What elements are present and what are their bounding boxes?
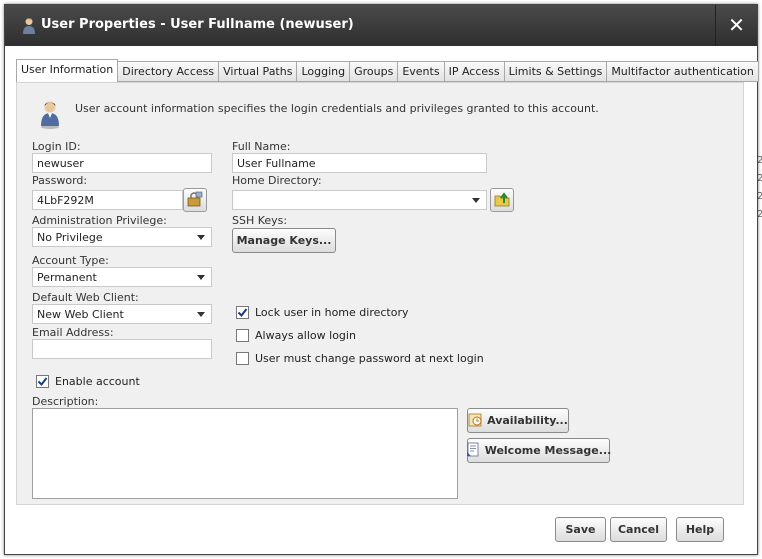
tab-events[interactable]: Events — [398, 61, 445, 82]
password-input[interactable]: 4LbF292M — [32, 190, 183, 210]
lock-home-checkbox[interactable] — [236, 306, 249, 319]
tab-directory-access[interactable]: Directory Access — [118, 61, 220, 82]
help-button[interactable]: Help — [676, 517, 724, 542]
password-generator-icon — [186, 191, 204, 210]
ssh-keys-label: SSH Keys: — [232, 214, 288, 227]
welcome-message-label: Welcome Message... — [484, 444, 612, 457]
full-name-input[interactable]: User Fullname — [232, 153, 487, 173]
login-id-input[interactable]: newuser — [32, 153, 212, 173]
enable-account-label: Enable account — [55, 375, 140, 388]
email-label: Email Address: — [32, 326, 114, 339]
folder-up-icon — [493, 190, 511, 211]
lock-home-label: Lock user in home directory — [255, 306, 409, 319]
email-input[interactable] — [32, 339, 212, 359]
home-directory-select[interactable] — [232, 190, 487, 210]
chevron-down-icon — [472, 198, 480, 203]
enable-account-row: Enable account — [36, 375, 140, 388]
close-button[interactable]: ✕ — [715, 5, 757, 46]
password-label: Password: — [32, 174, 88, 187]
tab-bar: User Information Directory Access Virtua… — [16, 59, 759, 83]
availability-label: Availability... — [487, 414, 568, 427]
always-allow-checkbox[interactable] — [236, 329, 249, 342]
tab-logging[interactable]: Logging — [297, 61, 351, 82]
admin-privilege-label: Administration Privilege: — [32, 214, 167, 227]
welcome-message-button[interactable]: Welcome Message... — [466, 438, 612, 463]
tab-ip-access[interactable]: IP Access — [444, 61, 505, 82]
tab-user-information[interactable]: User Information — [16, 59, 119, 83]
chevron-down-icon — [197, 235, 205, 240]
availability-button[interactable]: Availability... — [467, 408, 569, 433]
tab-virtual-paths[interactable]: Virtual Paths — [219, 61, 298, 82]
generate-password-button[interactable] — [183, 188, 207, 212]
default-web-client-value: New Web Client — [37, 308, 124, 321]
must-change-checkbox[interactable] — [236, 352, 249, 365]
default-web-client-select[interactable]: New Web Client — [32, 304, 212, 324]
chevron-down-icon — [197, 275, 205, 280]
tab-multifactor-authentication[interactable]: Multifactor authentication — [607, 61, 759, 82]
must-change-row: User must change password at next login — [236, 352, 484, 365]
account-type-select[interactable]: Permanent — [32, 267, 212, 287]
user-properties-dialog: User Properties - User Fullname (newuser… — [4, 4, 759, 555]
enable-account-checkbox[interactable] — [36, 375, 49, 388]
lock-home-row: Lock user in home directory — [236, 306, 408, 319]
checkmark-icon — [37, 377, 48, 387]
admin-privilege-select[interactable]: No Privilege — [32, 227, 212, 247]
cancel-button[interactable]: Cancel — [610, 517, 667, 542]
tab-limits-settings[interactable]: Limits & Settings — [504, 61, 608, 82]
always-allow-row: Always allow login — [236, 329, 356, 342]
description-textarea[interactable] — [32, 408, 458, 499]
home-directory-label: Home Directory: — [232, 174, 322, 187]
availability-icon — [468, 412, 483, 430]
must-change-label: User must change password at next login — [255, 352, 484, 365]
admin-privilege-value: No Privilege — [37, 231, 103, 244]
user-information-panel: User account information specifies the l… — [16, 82, 744, 505]
full-name-label: Full Name: — [232, 140, 291, 153]
manage-keys-button[interactable]: Manage Keys... — [232, 228, 336, 253]
login-id-label: Login ID: — [32, 140, 81, 153]
account-type-label: Account Type: — [32, 254, 109, 267]
welcome-message-icon — [466, 442, 481, 460]
description-label: Description: — [32, 395, 99, 408]
default-web-client-label: Default Web Client: — [32, 291, 139, 304]
user-icon — [22, 17, 36, 35]
always-allow-label: Always allow login — [255, 329, 356, 342]
account-type-value: Permanent — [37, 271, 97, 284]
browse-home-directory-button[interactable] — [490, 188, 514, 212]
user-account-icon — [39, 99, 61, 132]
checkmark-icon — [237, 308, 248, 318]
chevron-down-icon — [197, 312, 205, 317]
save-button[interactable]: Save — [555, 517, 606, 542]
info-text: User account information specifies the l… — [75, 102, 599, 115]
tab-groups[interactable]: Groups — [350, 61, 399, 82]
dialog-titlebar[interactable]: User Properties - User Fullname (newuser… — [5, 5, 757, 46]
dialog-title: User Properties - User Fullname (newuser… — [41, 17, 354, 32]
